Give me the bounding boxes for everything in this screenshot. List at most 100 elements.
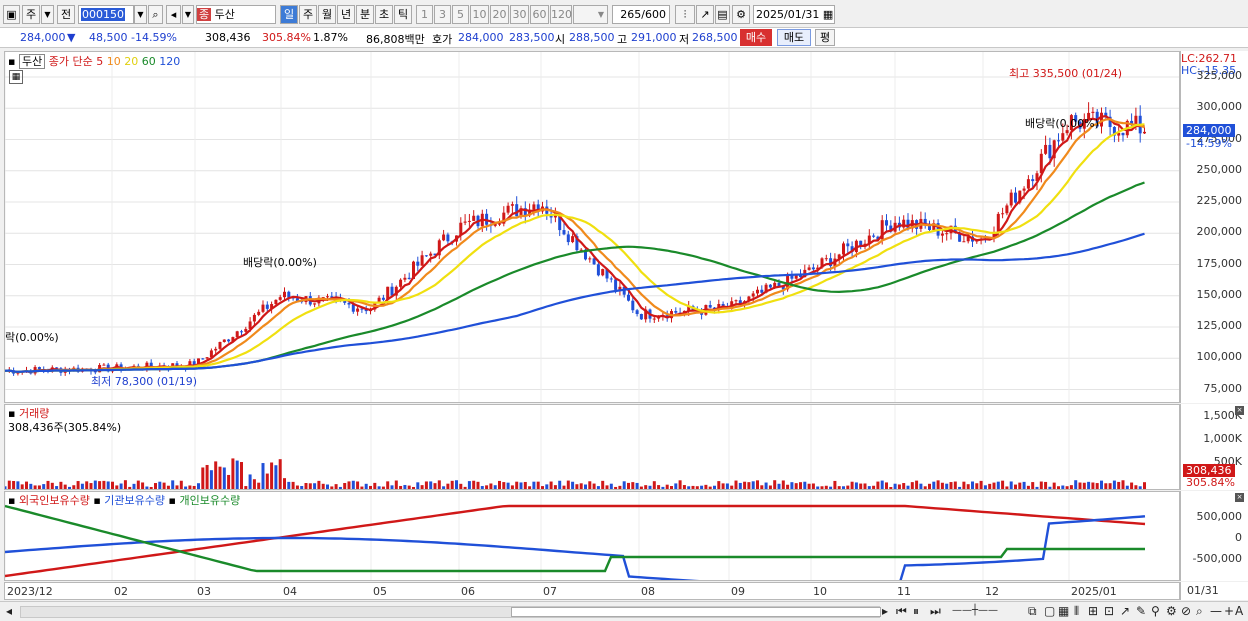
scroll-left-icon[interactable]: ◂: [6, 604, 12, 618]
save-icon[interactable]: ▤: [715, 5, 730, 24]
window-icon[interactable]: ▣: [3, 5, 20, 24]
candle-body: [506, 205, 510, 213]
minute-30[interactable]: 30: [510, 5, 529, 24]
trendline-icon[interactable]: ↗: [1120, 604, 1130, 618]
legend-stock-name[interactable]: 두산: [18, 54, 46, 69]
count-field[interactable]: 265/600: [612, 5, 670, 24]
horizontal-scrollbar[interactable]: [20, 606, 881, 618]
type-select[interactable]: 주: [22, 5, 40, 24]
volume-bar: [93, 480, 97, 489]
candle-body: [674, 311, 678, 313]
search-icon[interactable]: ⌕: [148, 5, 163, 24]
price-chart[interactable]: 최고 335,500 (01/24) 최저 78,300 (01/19) 배당락(0…: [3, 52, 1179, 452]
period-tick[interactable]: 틱: [394, 5, 412, 24]
candle-icon[interactable]: ⫶: [675, 5, 695, 24]
pencil-icon[interactable]: ✎: [1136, 604, 1146, 618]
candle-body: [842, 243, 845, 255]
plus-icon[interactable]: +: [1224, 604, 1234, 618]
volume-bar: [906, 485, 910, 489]
volume-bar: [399, 485, 403, 489]
brush-icon[interactable]: ⚲: [1151, 604, 1160, 618]
grid-icon[interactable]: ▦: [1058, 604, 1069, 618]
zoom-slider[interactable]: ——┼——: [952, 605, 998, 616]
type-dropdown-icon[interactable]: ▼: [41, 5, 54, 24]
settings-icon[interactable]: ⚙: [1166, 604, 1177, 618]
font-size-icon[interactable]: A: [1235, 604, 1243, 618]
candle-body: [609, 278, 613, 280]
candle-body: [214, 348, 218, 351]
buy-button[interactable]: 매수: [740, 29, 772, 46]
volume-bar: [893, 483, 897, 489]
period-second[interactable]: 초: [375, 5, 393, 24]
dividend-annotation: 배당락(0.00%): [243, 256, 317, 269]
code-dropdown-icon[interactable]: ▼: [134, 5, 147, 24]
volume-bar: [717, 481, 721, 489]
minute-20[interactable]: 20: [490, 5, 509, 24]
last-page-icon[interactable]: ⏭: [930, 604, 941, 619]
volume-bar: [80, 483, 84, 489]
minute-120[interactable]: 120: [550, 5, 572, 24]
ruler-icon[interactable]: ⊞: [1088, 604, 1098, 618]
volume-bar: [85, 481, 89, 489]
period-week[interactable]: 주: [299, 5, 317, 24]
zoom-out-icon[interactable]: ⌕: [1196, 604, 1203, 619]
scrollbar-thumb[interactable]: [511, 607, 881, 617]
volume-bar: [244, 486, 248, 489]
volume-bar: [829, 486, 833, 489]
volume-bar: [231, 458, 235, 489]
volume-bar: [1108, 483, 1112, 489]
period-year[interactable]: 년: [337, 5, 355, 24]
stock-name-field[interactable]: 종 두산: [196, 5, 276, 24]
price-change-pct: -14.59%: [131, 31, 177, 44]
volume-bar: [321, 483, 325, 489]
draw-icon[interactable]: ↗: [696, 5, 714, 24]
compare-icon[interactable]: ⧉: [1028, 604, 1037, 619]
scroll-right-icon[interactable]: ▸: [882, 604, 888, 618]
pause-icon[interactable]: ⏸: [913, 604, 919, 619]
speaker-dropdown-icon[interactable]: ▼: [182, 5, 194, 24]
volume-close-icon[interactable]: ×: [1235, 406, 1244, 415]
magnet-icon[interactable]: ⊘: [1181, 604, 1191, 618]
sell-button[interactable]: 매도: [777, 29, 811, 46]
period-minute[interactable]: 분: [356, 5, 374, 24]
candle-body: [596, 264, 600, 276]
speaker-icon[interactable]: ◂: [166, 5, 181, 24]
calendar-icon[interactable]: ▦: [823, 8, 833, 21]
fibo-icon[interactable]: ⊡: [1104, 604, 1114, 618]
volume-bar: [747, 482, 751, 489]
volume-bar: [566, 480, 570, 489]
first-page-icon[interactable]: ⏮: [896, 604, 907, 619]
date-field[interactable]: 2025/01/31 ▦: [753, 5, 835, 24]
bar-icon[interactable]: ⫴: [1074, 604, 1079, 619]
minute-10[interactable]: 10: [470, 5, 489, 24]
volume-bar: [128, 486, 132, 489]
volume-chart[interactable]: [3, 405, 1179, 621]
code-input[interactable]: 000150: [78, 5, 134, 24]
volume-bar: [1009, 481, 1013, 489]
gear-icon[interactable]: ⚙: [732, 5, 750, 24]
volume-bar: [639, 486, 643, 489]
period-month[interactable]: 월: [318, 5, 336, 24]
minute-5[interactable]: 5: [452, 5, 469, 24]
open-price: 288,500: [569, 31, 615, 44]
holdings-tick: 500,000: [1196, 510, 1243, 523]
holdings-close-icon[interactable]: ×: [1235, 493, 1244, 502]
volume-bar: [356, 481, 360, 489]
calculator-icon[interactable]: ▦: [9, 70, 23, 84]
average-button[interactable]: 평: [815, 29, 835, 46]
volume-bar: [37, 485, 41, 489]
volume-value: 308,436: [205, 31, 251, 44]
ma-line-20: [4, 123, 1145, 373]
minute-3[interactable]: 3: [434, 5, 451, 24]
minute-1[interactable]: 1: [416, 5, 433, 24]
minus-icon[interactable]: —: [1210, 604, 1222, 618]
candle-body: [562, 230, 566, 235]
prev-button[interactable]: 전: [57, 5, 75, 24]
legend-ma-title: 종가 단순: [48, 55, 93, 68]
box-icon[interactable]: ▢: [1044, 604, 1055, 618]
minute-60[interactable]: 60: [530, 5, 549, 24]
dividend-annotation: 배당락(0.00%): [1025, 117, 1099, 130]
custom-period-dropdown[interactable]: ▼: [573, 5, 608, 24]
period-day[interactable]: 일: [280, 5, 298, 24]
candle-body: [1143, 131, 1146, 134]
